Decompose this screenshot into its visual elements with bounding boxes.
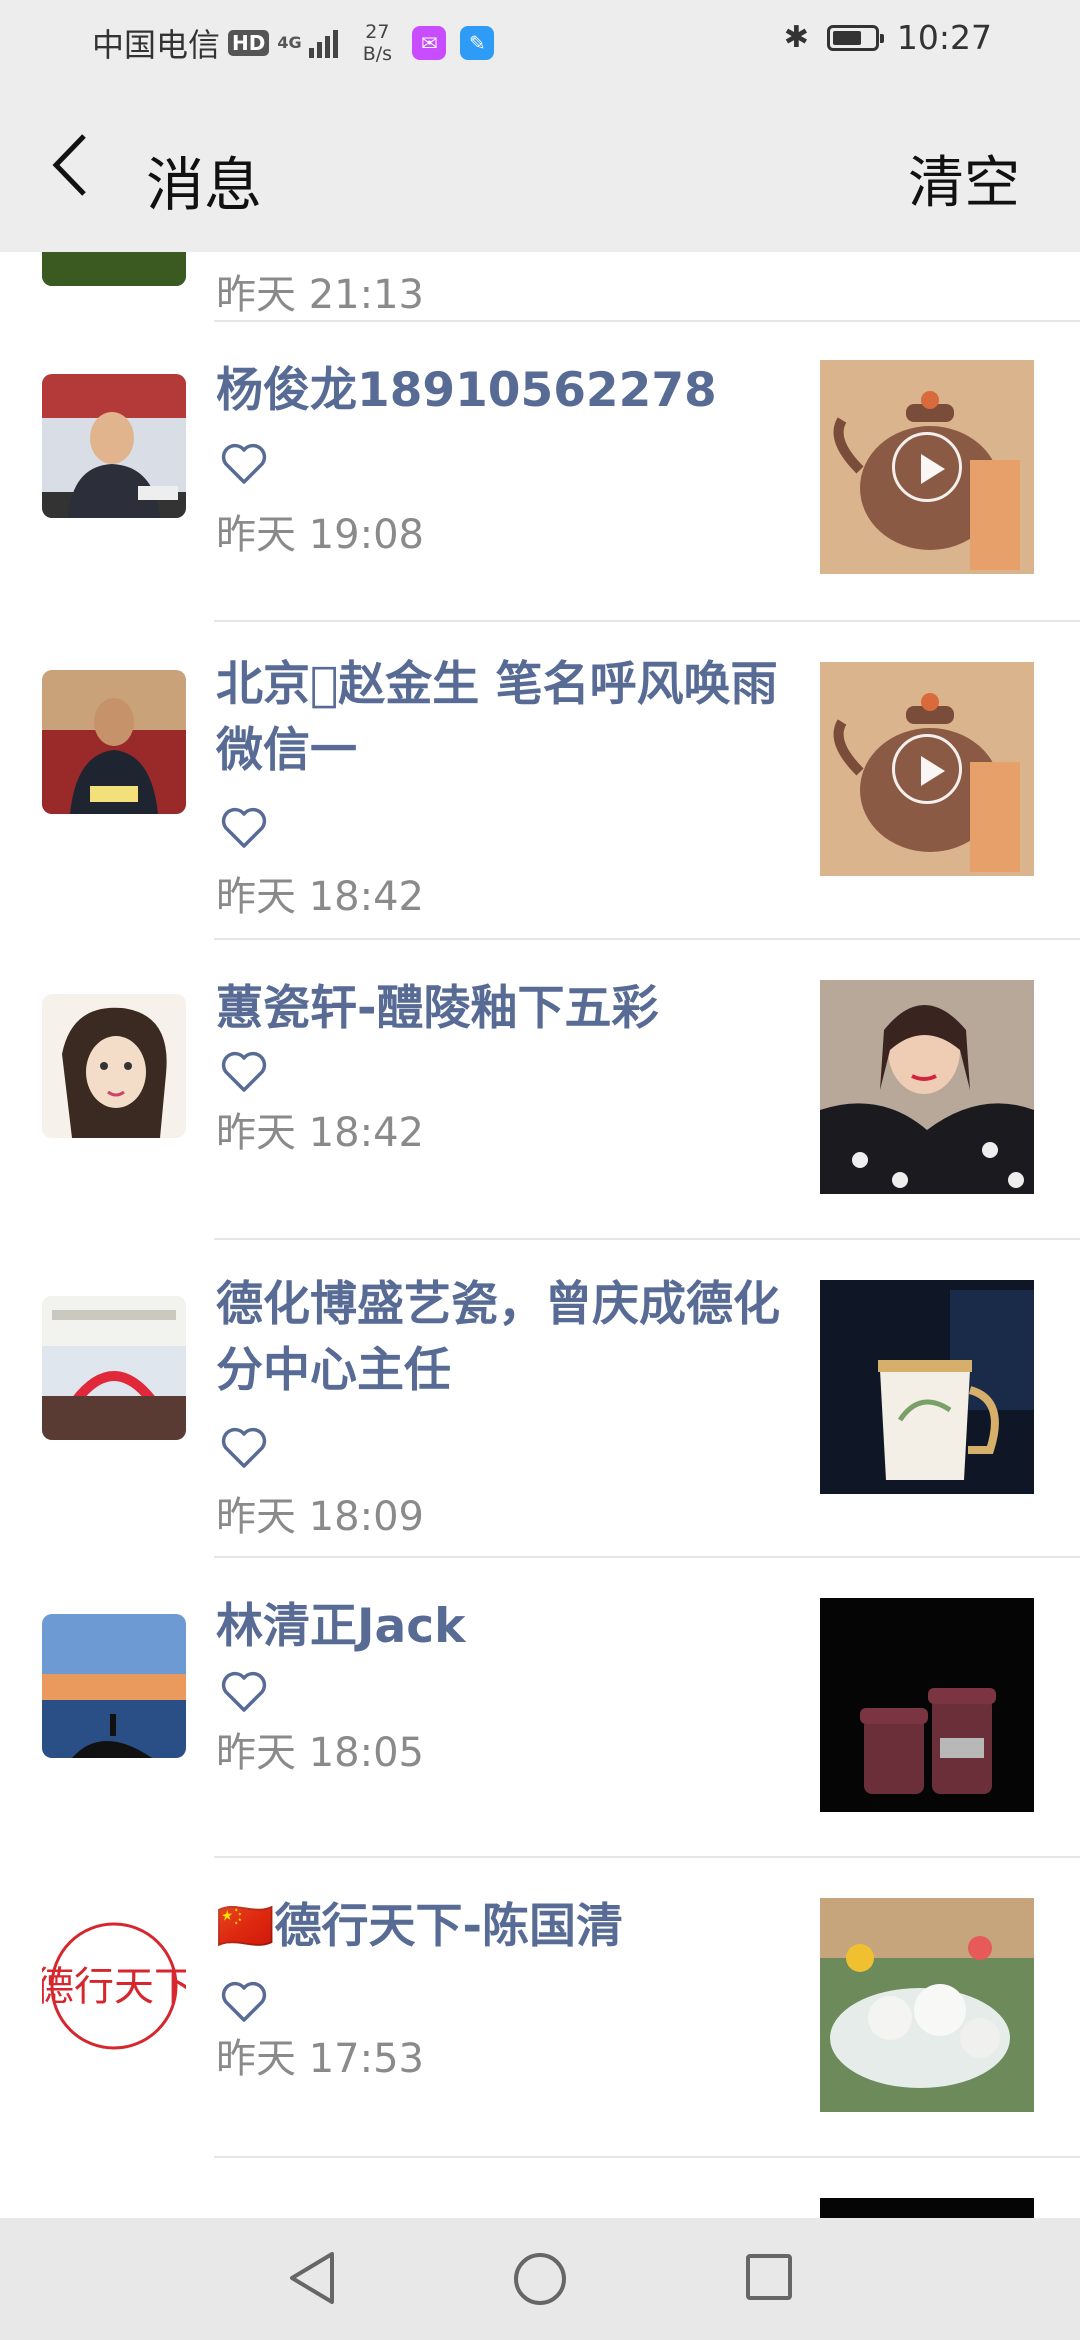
- list-item[interactable]: 北京􏿾赵金生 笔名呼风唤雨微信一 昨天 18:42: [0, 622, 1080, 940]
- video-thumbnail[interactable]: [820, 662, 1034, 876]
- sender-name[interactable]: 林清正Jack: [216, 1594, 806, 1660]
- nav-bar: 消息 清空: [0, 80, 1080, 252]
- status-left: 中国电信 HD 4G 27 B/s ✉ ✎: [92, 20, 495, 66]
- heart-outline-icon: [221, 1427, 267, 1468]
- avatar: 德行天下: [42, 1914, 186, 2058]
- message-time: 昨天 18:42: [216, 874, 424, 920]
- avatar: [42, 1614, 186, 1758]
- system-navigation-bar: [0, 2218, 1080, 2340]
- message-time: 昨天 18:42: [216, 1110, 424, 1156]
- status-bar: 中国电信 HD 4G 27 B/s ✉ ✎ ✱ 10:27: [0, 0, 1080, 80]
- message-time: 昨天 19:08: [216, 512, 424, 558]
- hd-icon: HD: [228, 30, 270, 56]
- battery-icon: [826, 24, 884, 51]
- message-app-icon: ✉: [412, 26, 447, 60]
- clock: 10:27: [896, 18, 992, 57]
- list-item[interactable]: [0, 2158, 1080, 2218]
- list-item[interactable]: 蕙瓷轩-醴陵釉下五彩 昨天 18:42: [0, 940, 1080, 1240]
- avatar-logo-text: 德行天下: [42, 1964, 186, 2010]
- network-type-icon: 4G: [277, 33, 302, 52]
- message-time: 昨天 21:13: [216, 272, 424, 318]
- clean-app-icon: ✎: [460, 26, 495, 60]
- clear-button[interactable]: 清空: [908, 138, 1020, 219]
- sender-name[interactable]: 北京􏿾赵金生 笔名呼风唤雨微信一: [216, 652, 806, 784]
- heart-outline-icon: [221, 1671, 267, 1712]
- image-thumbnail[interactable]: [820, 2198, 1034, 2218]
- message-time: 昨天 18:09: [216, 1494, 424, 1540]
- sender-name[interactable]: 德化博盛艺瓷，曾庆成德化分中心主任: [216, 1272, 806, 1404]
- list-item[interactable]: 昨天 21:13: [0, 252, 1080, 322]
- sender-name[interactable]: 杨俊龙18910562278: [216, 358, 806, 424]
- video-thumbnail[interactable]: [820, 360, 1034, 574]
- message-time: 昨天 17:53: [216, 2036, 424, 2082]
- image-thumbnail[interactable]: [820, 1898, 1034, 2112]
- status-right: ✱ 10:27: [784, 18, 992, 57]
- message-time: 昨天 18:05: [216, 1730, 424, 1776]
- list-item[interactable]: 德化博盛艺瓷，曾庆成德化分中心主任 昨天 18:09: [0, 1240, 1080, 1558]
- heart-outline-icon: [221, 443, 267, 484]
- avatar: [42, 670, 186, 814]
- list-item[interactable]: 林清正Jack 昨天 18:05: [0, 1558, 1080, 1858]
- image-thumbnail[interactable]: [820, 1280, 1034, 1494]
- carrier-label: 中国电信: [92, 26, 221, 64]
- sender-name[interactable]: 🇨🇳德行天下-陈国清: [216, 1894, 806, 1960]
- avatar: [42, 994, 186, 1138]
- signal-icon: [309, 28, 339, 58]
- avatar: [42, 1296, 186, 1440]
- message-list[interactable]: 昨天 21:13 杨俊龙18910562278 昨天 19:08: [0, 252, 1080, 2218]
- nav-home-icon[interactable]: [514, 2253, 566, 2305]
- heart-outline-icon: [221, 1051, 267, 1092]
- list-item[interactable]: 杨俊龙18910562278 昨天 19:08: [0, 322, 1080, 622]
- sender-name[interactable]: 蕙瓷轩-醴陵釉下五彩: [216, 976, 806, 1042]
- page-title: 消息: [146, 151, 263, 219]
- network-speed: 27 B/s: [362, 21, 393, 65]
- nav-recents-icon[interactable]: [746, 2254, 792, 2300]
- play-circle-icon: [892, 734, 962, 804]
- list-item[interactable]: 德行天下 🇨🇳德行天下-陈国清 昨天 17:53: [0, 1858, 1080, 2158]
- play-circle-icon: [892, 432, 962, 502]
- image-thumbnail[interactable]: [820, 1598, 1034, 1812]
- avatar: [42, 374, 186, 518]
- heart-outline-icon: [221, 807, 267, 848]
- nav-back-icon[interactable]: [286, 2248, 338, 2308]
- bluetooth-icon: ✱: [783, 20, 809, 55]
- chevron-left-icon[interactable]: [42, 130, 102, 200]
- image-thumbnail[interactable]: [820, 980, 1034, 1194]
- heart-outline-icon: [221, 1981, 267, 2022]
- avatar: [42, 252, 186, 286]
